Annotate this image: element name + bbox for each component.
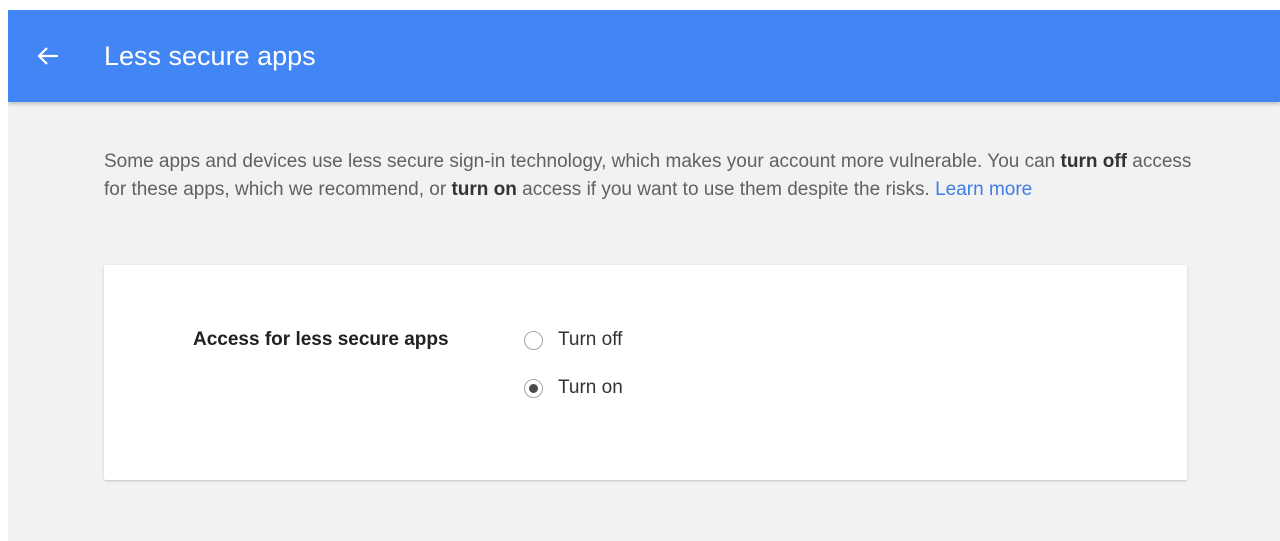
description-part-1: Some apps and devices use less secure si… [104, 151, 1061, 172]
back-button[interactable] [28, 36, 68, 76]
description-turn-on-emphasis: turn on [451, 179, 517, 200]
app-bar: Less secure apps [8, 10, 1280, 102]
turn-on-radio[interactable] [524, 378, 543, 398]
setting-label: Access for less secure apps [193, 329, 449, 350]
description-turn-off-emphasis: turn off [1060, 151, 1128, 172]
radio-selected-dot [529, 383, 538, 393]
description-text: Some apps and devices use less secure si… [104, 148, 1214, 204]
turn-on-label: Turn on [558, 377, 623, 398]
settings-card: Access for less secure apps Turn off Tur… [104, 265, 1187, 480]
turn-off-option[interactable]: Turn off [524, 326, 622, 354]
page: Less secure apps Some apps and devices u… [8, 10, 1280, 541]
turn-off-label: Turn off [558, 329, 623, 350]
page-title: Less secure apps [104, 41, 316, 71]
learn-more-link[interactable]: Learn more [935, 179, 1032, 200]
arrow-back-icon [37, 46, 59, 66]
description-part-3: access if you want to use them despite t… [516, 179, 936, 200]
turn-off-radio[interactable] [524, 330, 543, 350]
turn-on-option[interactable]: Turn on [524, 374, 623, 402]
